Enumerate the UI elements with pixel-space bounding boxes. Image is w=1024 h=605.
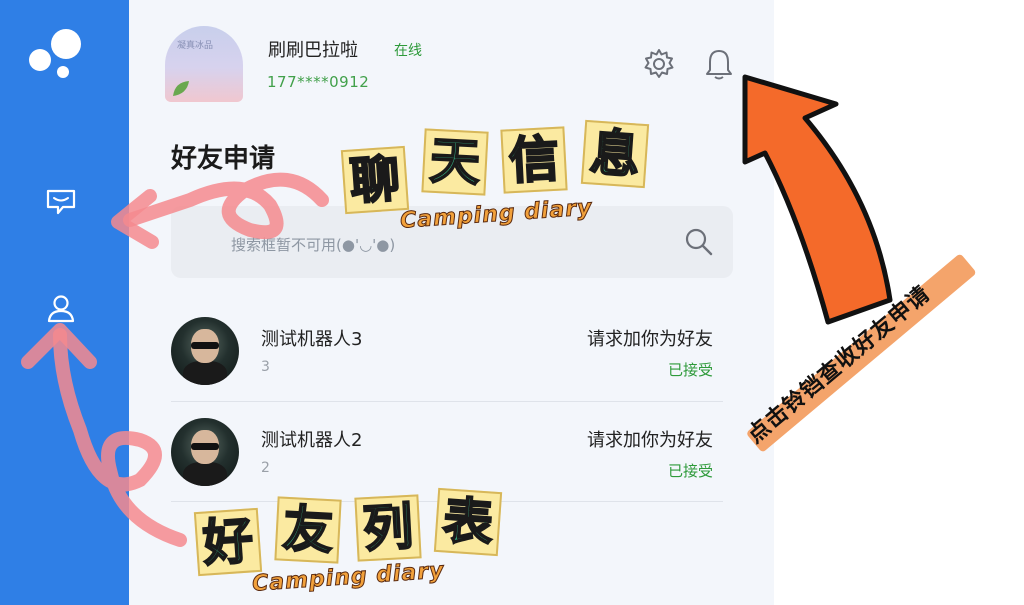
app-logo	[29, 29, 81, 78]
avatar-mark: 凝真冰品	[177, 41, 214, 51]
phone-number: 177****0912	[267, 73, 370, 91]
gear-icon[interactable]	[642, 47, 676, 81]
sidebar	[0, 0, 129, 605]
accepted-status: 已接受	[667, 462, 713, 480]
request-text: 请求加你为好友	[587, 329, 713, 350]
sticker-friends-char-1: 好	[193, 507, 263, 577]
sticker-chat-char-1: 聊	[340, 145, 410, 215]
accepted-status: 已接受	[667, 361, 713, 379]
request-text: 请求加你为好友	[587, 430, 713, 451]
friend-request-row[interactable]: 测试机器人2 2 请求加你为好友 已接受	[171, 402, 723, 502]
avatar	[171, 317, 239, 385]
search-input[interactable]: 搜索框暂不可用(●'◡'●)	[231, 234, 395, 255]
contacts-icon[interactable]	[45, 292, 77, 324]
requester-sub: 3	[261, 359, 270, 375]
bell-icon[interactable]	[702, 47, 736, 81]
sticker-friends-char-2: 友	[274, 496, 342, 564]
requester-sub: 2	[261, 460, 270, 476]
sticker-chat-char-3: 信	[500, 126, 568, 194]
sticker-chat-char-4: 息	[580, 119, 650, 189]
avatar	[171, 418, 239, 486]
chat-icon[interactable]	[45, 186, 77, 218]
leaf-icon	[173, 81, 189, 96]
sticker-friends-char-4: 表	[433, 487, 503, 557]
user-avatar[interactable]: 凝真冰品	[165, 26, 243, 102]
page-title: 好友申请	[171, 144, 276, 174]
bell-caption: 点击铃铛查收好友申请	[743, 281, 936, 449]
requester-name: 测试机器人2	[261, 430, 363, 451]
username: 刷刷巴拉啦	[268, 40, 358, 61]
friend-request-row[interactable]: 测试机器人3 3 请求加你为好友 已接受	[171, 301, 723, 401]
requester-name: 测试机器人3	[261, 329, 363, 350]
online-status: 在线	[394, 43, 422, 59]
sticker-chat-char-2: 天	[421, 128, 489, 196]
sticker-friends-char-3: 列	[354, 494, 422, 562]
search-icon[interactable]	[683, 226, 715, 258]
